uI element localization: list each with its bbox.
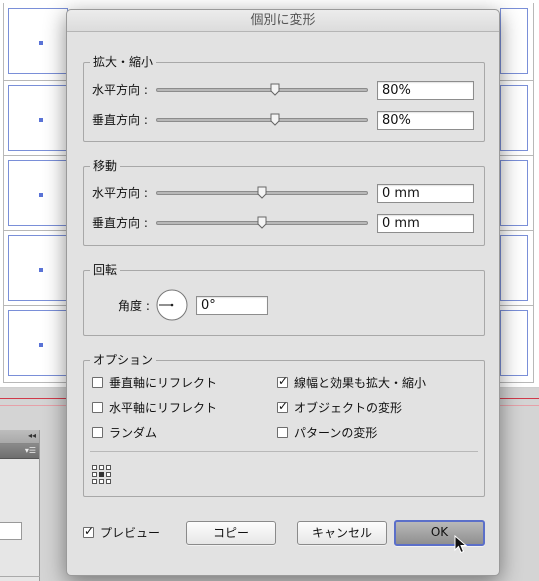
dialog-title[interactable]: 個別に変形 xyxy=(67,10,499,32)
move-horizontal-label: 水平方向 : xyxy=(92,186,148,200)
slider-thumb[interactable] xyxy=(270,113,280,126)
reflect-vertical-checkbox[interactable]: 垂直軸にリフレクト xyxy=(92,374,217,390)
slider-thumb[interactable] xyxy=(257,186,267,199)
panel-menu-icon[interactable]: ▾☰ xyxy=(25,446,36,455)
rotate-legend: 回転 xyxy=(90,262,121,278)
move-group: 移動 水平方向 : 0 mm 垂直方向 : 0 mm xyxy=(83,158,485,246)
angle-label: 角度 : xyxy=(118,299,150,313)
selected-object[interactable] xyxy=(500,85,528,151)
slider-track xyxy=(156,88,368,92)
mouse-pointer-icon xyxy=(454,534,468,555)
scale-vertical-input[interactable]: 80% xyxy=(377,111,474,130)
options-group: オプション 垂直軸にリフレクト 水平軸にリフレクト ランダム ✓ 線幅と効果も拡… xyxy=(83,352,485,497)
scale-horizontal-slider[interactable] xyxy=(156,83,368,96)
selected-object[interactable] xyxy=(500,160,528,226)
selected-object[interactable] xyxy=(8,160,68,226)
move-horizontal-input[interactable]: 0 mm xyxy=(377,184,474,203)
cancel-button[interactable]: キャンセル xyxy=(297,521,387,545)
checkbox[interactable] xyxy=(92,401,103,413)
angle-dial-icon[interactable] xyxy=(156,289,188,321)
preview-label: プレビュー xyxy=(100,525,161,540)
selected-object[interactable] xyxy=(8,8,68,74)
scale-group: 拡大・縮小 水平方向 : 80% 垂直方向 : 80% xyxy=(83,54,485,142)
checkbox[interactable] xyxy=(92,376,103,388)
panel-header: ◂◂ xyxy=(0,430,39,444)
reference-point-icon[interactable] xyxy=(92,465,111,484)
options-legend: オプション xyxy=(90,352,157,368)
copy-button[interactable]: コピー xyxy=(186,521,276,545)
slider-track xyxy=(156,118,368,122)
selected-object[interactable] xyxy=(8,85,68,151)
checkbox[interactable]: ✓ xyxy=(277,398,289,413)
slider-thumb[interactable] xyxy=(257,216,267,229)
selected-object[interactable] xyxy=(8,310,68,376)
move-vertical-label: 垂直方向 : xyxy=(92,216,148,230)
check-icon: ✓ xyxy=(278,398,289,413)
panel-input[interactable] xyxy=(0,522,22,540)
scale-legend: 拡大・縮小 xyxy=(90,54,157,70)
checkbox-label: パターンの変形 xyxy=(294,425,378,440)
checkbox-label: 垂直軸にリフレクト xyxy=(109,375,218,390)
move-vertical-slider[interactable] xyxy=(156,216,368,229)
random-checkbox[interactable]: ランダム xyxy=(92,424,157,440)
scale-vertical-slider[interactable] xyxy=(156,113,368,126)
checkbox[interactable] xyxy=(277,426,288,438)
checkbox-label: オブジェクトの変形 xyxy=(294,400,403,415)
transform-patterns-checkbox[interactable]: パターンの変形 xyxy=(277,424,377,440)
transform-each-dialog: 個別に変形 拡大・縮小 水平方向 : 80% 垂直方向 : 80% 移動 水平方… xyxy=(66,9,500,576)
preview-checkbox[interactable]: ✓ プレビュー xyxy=(83,524,160,540)
panel-tab-bar: ▾☰ xyxy=(0,444,39,459)
selected-object[interactable] xyxy=(500,310,528,376)
panel-collapse-icon[interactable]: ◂◂ xyxy=(28,431,36,440)
docked-panel: ◂◂ ▾☰ xyxy=(0,430,40,581)
checkbox-label: ランダム xyxy=(109,425,158,440)
divider xyxy=(0,576,40,577)
grid-line xyxy=(533,3,534,383)
rotate-group: 回転 角度 : 0° xyxy=(83,262,485,336)
checkbox[interactable] xyxy=(92,426,103,438)
selected-object[interactable] xyxy=(500,235,528,301)
angle-input[interactable]: 0° xyxy=(196,296,268,315)
scale-horizontal-label: 水平方向 : xyxy=(92,83,148,97)
checkbox[interactable]: ✓ xyxy=(277,373,289,388)
slider-thumb[interactable] xyxy=(270,83,280,96)
checkbox-label: 線幅と効果も拡大・縮小 xyxy=(294,375,427,390)
selected-object[interactable] xyxy=(8,235,68,301)
ok-button[interactable]: OK xyxy=(394,520,485,546)
reflect-horizontal-checkbox[interactable]: 水平軸にリフレクト xyxy=(92,399,217,415)
grid-line xyxy=(3,3,4,383)
scale-horizontal-input[interactable]: 80% xyxy=(377,81,474,100)
check-icon: ✓ xyxy=(84,523,95,538)
divider xyxy=(90,451,478,452)
move-legend: 移動 xyxy=(90,158,121,174)
check-icon: ✓ xyxy=(278,373,289,388)
transform-objects-checkbox[interactable]: ✓ オブジェクトの変形 xyxy=(277,399,402,415)
scale-vertical-label: 垂直方向 : xyxy=(92,113,148,127)
move-horizontal-slider[interactable] xyxy=(156,186,368,199)
scale-strokes-checkbox[interactable]: ✓ 線幅と効果も拡大・縮小 xyxy=(277,374,426,390)
checkbox-label: 水平軸にリフレクト xyxy=(109,400,218,415)
checkbox[interactable]: ✓ xyxy=(83,523,95,538)
move-vertical-input[interactable]: 0 mm xyxy=(377,214,474,233)
selected-object[interactable] xyxy=(500,8,528,74)
